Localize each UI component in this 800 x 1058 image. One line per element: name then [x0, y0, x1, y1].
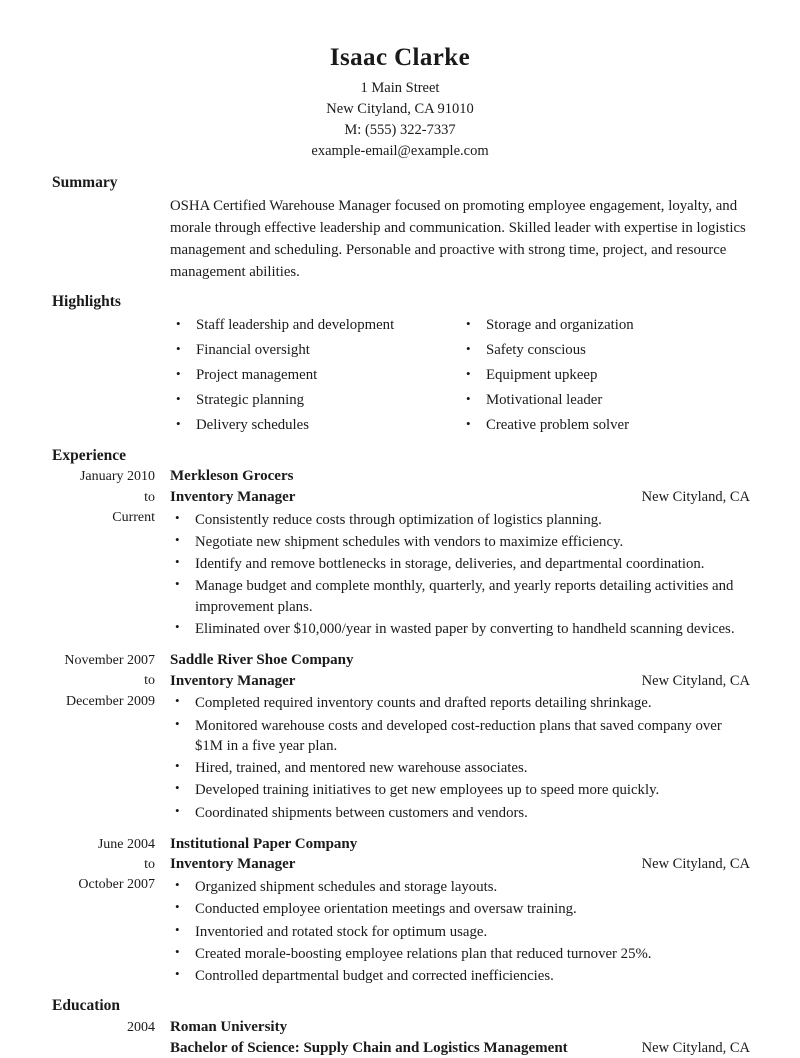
experience-date-end: Current [112, 510, 155, 526]
highlight-item: Financial oversight [170, 340, 460, 360]
experience-date-end: December 2009 [65, 693, 155, 709]
experience-date-rail: November 2007 to December 2009 [0, 650, 155, 712]
experience-bullet: Hired, trained, and mentored new warehou… [170, 757, 750, 778]
employer-name: Merkleson Grocers [170, 468, 294, 485]
highlights-column-right: Storage and organization Safety conscious… [460, 315, 750, 440]
experience-bullet: Conducted employee orientation meetings … [170, 898, 750, 919]
section-highlights: Highlights Staff leadership and developm… [0, 293, 800, 440]
experience-bullet: Developed training initiatives to get ne… [170, 779, 750, 800]
experience-date-separator: to [144, 489, 155, 505]
highlights-row: Staff leadership and development Financia… [0, 315, 800, 440]
education-content: Roman University Bachelor of Science: Sup… [155, 1017, 800, 1058]
highlights-columns: Staff leadership and development Financia… [170, 315, 750, 440]
employer-name: Saddle River Shoe Company [170, 652, 354, 669]
highlight-item: Storage and organization [460, 315, 750, 335]
experience-date-end: October 2007 [78, 877, 155, 893]
job-title: Inventory Manager [170, 488, 296, 505]
experience-bullet-list: Completed required inventory counts and … [170, 692, 750, 823]
degree-text: Bachelor of Science: Supply Chain and Lo… [170, 1039, 568, 1056]
experience-date-rail: January 2010 to Current [0, 466, 155, 528]
summary-row: OSHA Certified Warehouse Manager focused… [0, 196, 800, 284]
highlight-item: Delivery schedules [170, 415, 460, 435]
employer-name: Institutional Paper Company [170, 835, 358, 852]
summary-heading: Summary [52, 174, 118, 192]
education-entries: 2004 Roman University Bachelor of Science:… [0, 1017, 800, 1058]
highlight-item: Staff leadership and development [170, 315, 460, 335]
experience-bullet-list: Organized shipment schedules and storage… [170, 876, 750, 986]
experience-date-start: January 2010 [79, 469, 155, 485]
experience-entry: June 2004 to October 2007 Institutional Pap… [0, 834, 800, 988]
resume-page: Isaac Clarke 1 Main Street New Cityland,… [0, 0, 800, 1056]
experience-date-separator: to [144, 857, 155, 873]
education-heading: Education [52, 997, 121, 1015]
summary-date-rail [0, 196, 155, 197]
contact-city-state-zip: New Cityland, CA 91010 [326, 100, 474, 117]
experience-bullet: Coordinated shipments between customers … [170, 802, 750, 823]
experience-heading: Experience [52, 447, 127, 465]
job-title-line: Inventory Manager New Cityland, CA [170, 854, 750, 875]
job-location: New Cityland, CA [641, 856, 750, 873]
experience-bullet: Inventoried and rotated stock for optimu… [170, 920, 750, 942]
highlight-item: Strategic planning [170, 390, 460, 410]
experience-bullet: Completed required inventory counts and … [170, 692, 750, 713]
job-location: New Cityland, CA [641, 672, 750, 689]
education-location: New Cityland, CA [641, 1039, 750, 1056]
experience-bullet: Negotiate new shipment schedules with ve… [170, 531, 750, 552]
education-entry: 2004 Roman University Bachelor of Science:… [0, 1017, 800, 1058]
contact-address: 1 Main Street [360, 79, 440, 96]
experience-date-rail: June 2004 to October 2007 [0, 834, 155, 896]
experience-bullet: Created morale-boosting employee relatio… [170, 943, 750, 964]
experience-entry: January 2010 to Current Merkleson Grocers In… [0, 466, 800, 641]
highlight-item: Project management [170, 365, 460, 385]
highlights-heading: Highlights [52, 292, 121, 310]
highlight-item: Equipment upkeep [460, 365, 750, 385]
experience-entries: January 2010 to Current Merkleson Grocers In… [0, 466, 800, 988]
experience-date-separator: to [144, 673, 155, 689]
education-year: 2004 [127, 1020, 155, 1036]
job-title-line: Inventory Manager New Cityland, CA [170, 671, 750, 692]
highlight-item: Creative problem solver [460, 415, 750, 435]
candidate-name: Isaac Clarke [329, 44, 471, 71]
resume-header: Isaac Clarke 1 Main Street New Cityland,… [0, 0, 800, 162]
degree-line: Bachelor of Science: Supply Chain and Lo… [170, 1038, 750, 1058]
experience-content: Institutional Paper Company Inventory Man… [155, 834, 800, 988]
experience-date-start: November 2007 [64, 653, 155, 669]
education-date-rail: 2004 [0, 1017, 155, 1038]
section-experience: Experience January 2010 to Current Merkleso… [0, 447, 800, 988]
experience-bullet: Identify and remove bottlenecks in stora… [170, 553, 750, 574]
experience-content: Saddle River Shoe Company Inventory Manag… [155, 650, 800, 825]
summary-content: OSHA Certified Warehouse Manager focused… [155, 196, 800, 284]
experience-bullet: Controlled departmental budget and corre… [170, 965, 750, 986]
section-summary: Summary OSHA Certified Warehouse Manager… [0, 174, 800, 284]
highlight-item: Motivational leader [460, 390, 750, 410]
highlights-date-rail [0, 316, 155, 317]
experience-bullet: Manage budget and complete monthly, quar… [170, 575, 750, 617]
job-location: New Cityland, CA [641, 488, 750, 505]
highlight-item: Safety conscious [460, 340, 750, 360]
highlights-list-left: Staff leadership and development Financia… [170, 315, 460, 435]
experience-content: Merkleson Grocers Inventory Manager New Ci… [155, 466, 800, 641]
highlights-list-right: Storage and organization Safety conscious… [460, 315, 750, 435]
job-title: Inventory Manager [170, 856, 296, 873]
summary-body: OSHA Certified Warehouse Manager focused… [170, 198, 746, 281]
experience-bullet: Eliminated over $10,000/year in wasted p… [170, 618, 750, 639]
experience-bullet: Consistently reduce costs through optimi… [170, 509, 750, 530]
contact-phone: M: (555) 322-7337 [344, 122, 456, 139]
job-title-line: Inventory Manager New Cityland, CA [170, 487, 750, 508]
experience-bullet: Organized shipment schedules and storage… [170, 876, 750, 897]
contact-email: example-email@example.com [311, 143, 489, 160]
experience-entry: November 2007 to December 2009 Saddle River… [0, 650, 800, 825]
experience-bullet: Monitored warehouse costs and developed … [170, 715, 750, 757]
experience-date-start: June 2004 [97, 836, 155, 852]
highlights-column-left: Staff leadership and development Financia… [170, 315, 460, 440]
experience-bullet-list: Consistently reduce costs through optimi… [170, 509, 750, 640]
section-education: Education 2004 Roman University Bachelor o… [0, 997, 800, 1058]
highlights-content: Staff leadership and development Financia… [155, 315, 800, 440]
job-title: Inventory Manager [170, 672, 296, 689]
